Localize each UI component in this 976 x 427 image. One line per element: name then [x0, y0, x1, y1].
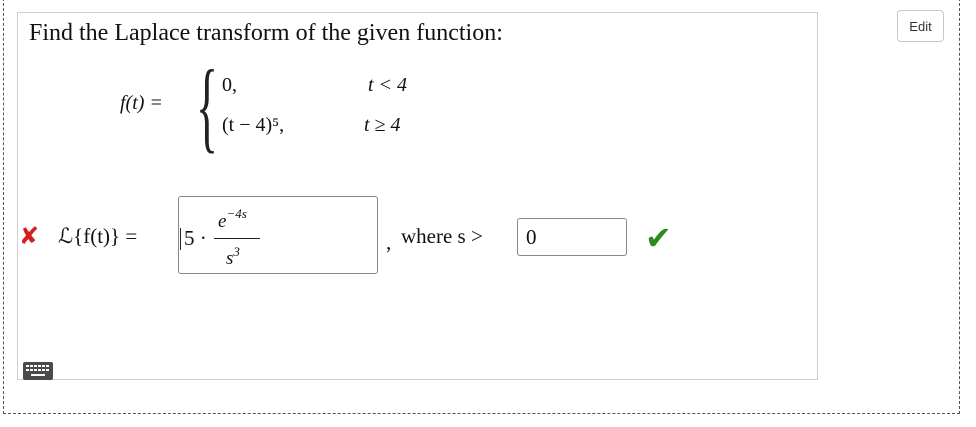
piecewise-brace: { — [196, 50, 219, 163]
answer-input[interactable] — [178, 196, 378, 274]
denominator-exponent: 3 — [233, 244, 240, 259]
answer-denominator: s3 — [226, 244, 240, 270]
s-bound-input[interactable]: 0 — [517, 218, 627, 256]
separator: , — [386, 230, 392, 254]
case-2-condition: t ≥ 4 — [364, 114, 401, 136]
case-1-expression: 0, — [222, 74, 237, 96]
keyboard-icon[interactable] — [23, 362, 53, 380]
text-cursor — [180, 228, 181, 250]
question-prompt: Find the Laplace transform of the given … — [29, 20, 503, 46]
fraction-bar — [214, 238, 260, 239]
edit-button[interactable]: Edit — [897, 10, 944, 42]
numerator-exponent: −4s — [226, 206, 247, 221]
cross-icon: ✘ — [19, 222, 40, 250]
answer-numerator: e−4s — [218, 206, 247, 233]
function-lhs: f(t) = — [120, 92, 163, 114]
laplace-lhs: ℒ{f(t)} = — [58, 224, 138, 248]
answer-coefficient: 5 · — [184, 226, 207, 250]
checkmark-icon: ✔ — [645, 219, 672, 257]
where-label: where s > — [401, 224, 483, 248]
keyboard-glyph — [26, 365, 49, 376]
question-box — [17, 12, 818, 380]
case-1-condition: t < 4 — [368, 74, 408, 96]
case-2-expression: (t − 4)⁵, — [222, 114, 285, 136]
